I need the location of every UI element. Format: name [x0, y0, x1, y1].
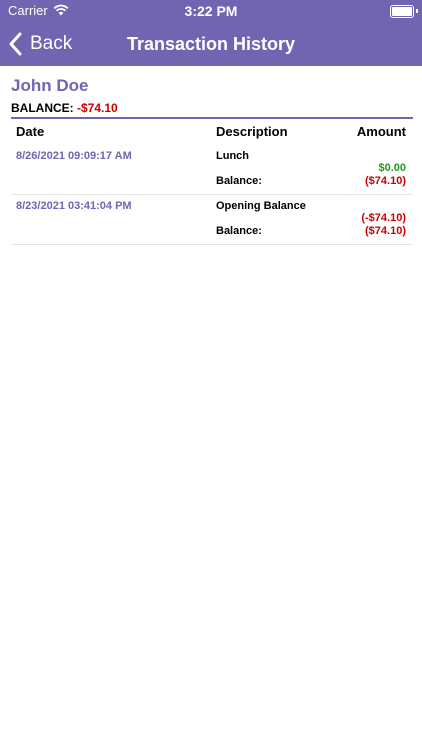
status-bar: Carrier 3:22 PM — [0, 0, 422, 22]
running-balance-value: ($74.10) — [365, 225, 406, 237]
status-time: 3:22 PM — [184, 3, 238, 19]
running-balance-label: Balance: — [216, 225, 262, 237]
back-button[interactable]: Back — [6, 30, 72, 58]
battery-icon — [390, 5, 414, 18]
column-header-description: Description — [216, 124, 288, 139]
header-divider — [11, 117, 413, 119]
balance-label: BALANCE: — [11, 101, 74, 115]
customer-name: John Doe — [11, 76, 89, 95]
app-header: Carrier 3:22 PM Transaction History Back — [0, 0, 422, 66]
balance-summary: BALANCE: -$74.10 — [11, 101, 118, 115]
battery-nub — [416, 9, 418, 13]
transaction-row[interactable]: 8/23/2021 03:41:04 PM Opening Balance (-… — [11, 194, 413, 245]
chevron-left-icon — [6, 30, 26, 58]
transaction-amount: (-$74.10) — [361, 212, 406, 224]
transaction-date: 8/23/2021 03:41:04 PM — [16, 200, 132, 212]
running-balance-label: Balance: — [216, 175, 262, 187]
balance-value: -$74.10 — [77, 101, 118, 115]
transaction-amount: $0.00 — [378, 162, 406, 174]
navigation-bar: Transaction History Back — [0, 22, 422, 66]
column-header-date: Date — [16, 124, 45, 139]
transaction-description: Lunch — [216, 150, 249, 162]
transaction-row[interactable]: 8/26/2021 09:09:17 AM Lunch $0.00 Balanc… — [11, 144, 413, 195]
back-label: Back — [30, 33, 73, 54]
transaction-description: Opening Balance — [216, 200, 306, 212]
column-header-amount: Amount — [356, 124, 406, 139]
running-balance-value: ($74.10) — [365, 175, 406, 187]
transaction-date: 8/26/2021 09:09:17 AM — [16, 150, 132, 162]
